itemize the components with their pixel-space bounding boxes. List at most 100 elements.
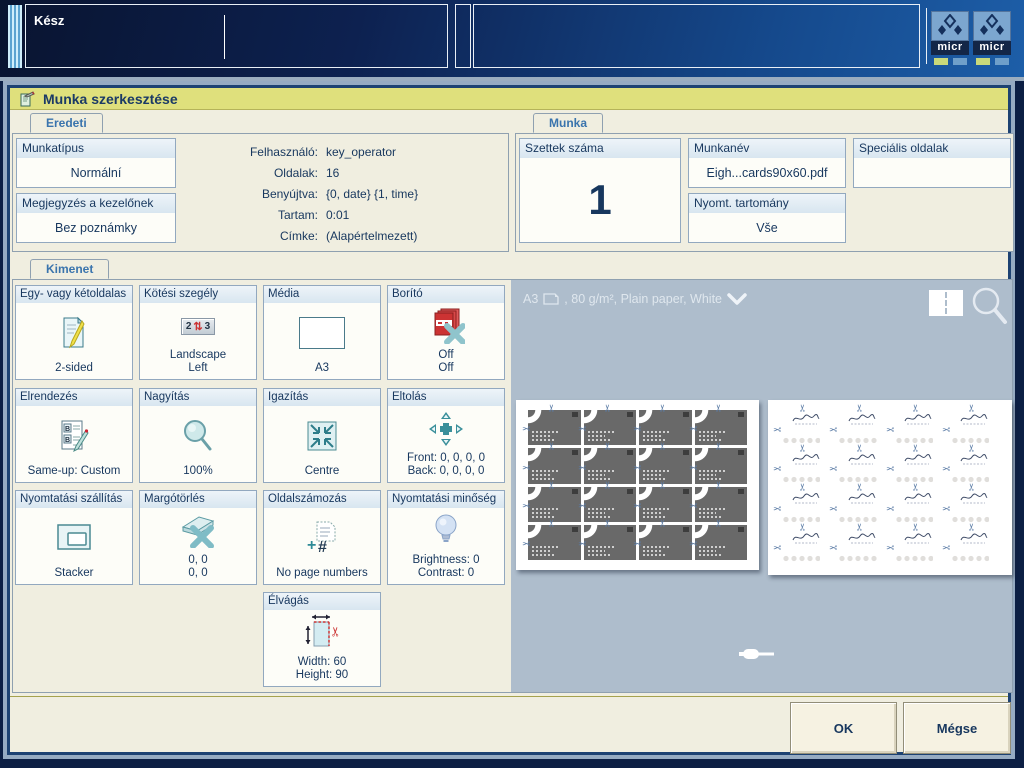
cover-button[interactable]: Borító Off Off xyxy=(387,285,505,380)
tab-eredeti: Eredeti xyxy=(30,113,103,133)
original-panel-body: Munkatípus Normální Megjegyzés a kezelőn… xyxy=(12,133,509,252)
signature-squiggle xyxy=(792,532,820,543)
zoom-ratio-button[interactable]: Nagyítás 100% xyxy=(139,388,257,483)
preview-page-back[interactable]: ✂ ✂ ✂ ✂ ✂ ✂ ✂ ✂ ✂ ✂ ✂ ✂ ✂ ✂ ✂ ✂ ✂ ✂ ✂ ✂ … xyxy=(768,400,1012,575)
micr-diamonds-icon xyxy=(973,11,1011,41)
business-card-front: ✂ ✂ xyxy=(522,442,581,484)
job-name-label: Munkanév xyxy=(689,139,845,158)
crop-scissors-icon: ✂ xyxy=(829,541,838,553)
print-quality-button[interactable]: Nyomtatási minőség Brightness: 0 Contrast… xyxy=(387,490,505,585)
svg-text:B: B xyxy=(65,426,70,433)
margin-erase-button[interactable]: Margótörlés 0, 0 0, 0 xyxy=(139,490,257,585)
crop-scissors-icon: ✂ xyxy=(854,403,866,413)
crop-scissors-icon: ✂ xyxy=(829,422,838,434)
media-icon xyxy=(264,303,380,362)
preview-page-back-grid: ✂ ✂ ✂ ✂ ✂ ✂ ✂ ✂ ✂ ✂ ✂ ✂ ✂ ✂ ✂ ✂ ✂ ✂ ✂ ✂ … xyxy=(773,404,1001,565)
spread-view-icon[interactable] xyxy=(929,290,963,316)
margin-erase-icon xyxy=(140,508,256,554)
crop-scissors-icon: ✂ xyxy=(633,422,642,434)
crop-scissors-icon: ✂ xyxy=(798,522,810,531)
crop-scissors-icon: ✂ xyxy=(688,537,697,549)
signature-squiggle xyxy=(848,453,876,464)
page-numbering-button[interactable]: Oldalszámozás + # No page numbers xyxy=(263,490,381,585)
binding-edge-button[interactable]: Kötési szegély 2 ⇅ 3 Landscape Left xyxy=(139,285,257,380)
card-text-lines xyxy=(698,544,732,556)
page-numbers-icon: + # xyxy=(264,508,380,567)
business-card-back: ✂ ✂ xyxy=(942,443,1001,486)
business-card-back: ✂ ✂ xyxy=(829,522,889,565)
crop-scissors-icon: ✂ xyxy=(967,482,979,492)
crop-scissors-icon: ✂ xyxy=(941,541,951,553)
job-name-button[interactable]: Munkanév Eigh...cards90x60.pdf xyxy=(688,138,846,188)
window-top-edge xyxy=(0,77,1024,81)
business-card-front: ✂ ✂ xyxy=(633,442,692,484)
preview-magnifier-icon[interactable] xyxy=(969,285,1009,332)
operator-note-button[interactable]: Megjegyzés a kezelőnek Bez poznámky xyxy=(16,193,176,243)
crop-scissors-icon: ✂ xyxy=(854,443,866,452)
card-logo-mark xyxy=(682,450,689,456)
crop-scissors-icon: ✂ xyxy=(577,537,586,549)
print-range-button[interactable]: Nyomt. tartomány Vše xyxy=(688,193,846,243)
signature-squiggle xyxy=(904,413,932,425)
crop-scissors-icon: ✂ xyxy=(577,498,586,510)
micr-logo[interactable]: micr xyxy=(973,11,1011,65)
shift-button[interactable]: Eltolás Front: 0, 0, 0, 0 Back: 0, 0, 0, … xyxy=(387,388,505,483)
crop-scissors-icon: ✂ xyxy=(522,498,531,510)
card-text-lines xyxy=(698,468,732,480)
original-panel: Eredeti Munkatípus Normální Megjegyzés a… xyxy=(12,113,509,252)
top-status-bar: Kész micr micr xyxy=(0,0,1024,77)
sides-button[interactable]: Egy- vagy kétoldalas 2-sided xyxy=(15,285,133,380)
preview-page-front[interactable]: ✂ ✂ ✂ ✂ ✂ ✂ ✂ ✂ ✂ ✂ ✂ ✂ ✂ ✂ ✂ ✂ ✂ ✂ ✂ ✂ … xyxy=(516,400,759,570)
chevron-down-icon[interactable] xyxy=(727,293,747,305)
job-type-value: Normální xyxy=(70,165,122,180)
crop-scissors-icon: ✂ xyxy=(798,403,810,413)
business-card-front: ✂ ✂ xyxy=(633,404,692,446)
business-card-front: ✂ ✂ xyxy=(578,442,636,484)
info-row: Tartam: 0:01 xyxy=(277,208,350,222)
signature-squiggle xyxy=(960,532,988,543)
tab-munka: Munka xyxy=(533,113,604,133)
micr-logo[interactable]: micr xyxy=(931,11,969,65)
card-dots-row xyxy=(782,436,821,444)
micr-status-bars xyxy=(973,58,1011,65)
crop-scissors-icon: ✂ xyxy=(633,498,642,510)
crop-scissors-icon: ✂ xyxy=(910,482,922,492)
business-card-back: ✂ ✂ xyxy=(773,443,833,486)
svg-text:✂: ✂ xyxy=(328,626,342,637)
business-card-front: ✂ ✂ xyxy=(578,480,636,522)
business-card-front: ✂ ✂ xyxy=(633,519,692,560)
business-card-back: ✂ ✂ xyxy=(773,483,833,526)
crop-scissors-icon: ✂ xyxy=(688,498,697,510)
crop-scissors-icon: ✂ xyxy=(773,422,782,434)
crop-scissors-icon: ✂ xyxy=(658,480,670,489)
preview-media-selector[interactable]: A3 , 80 g/m², Plain paper, White xyxy=(523,292,747,306)
business-card-back: ✂ ✂ xyxy=(773,522,833,565)
layout-icon: B B xyxy=(16,406,132,465)
crop-scissors-icon: ✂ xyxy=(798,443,810,452)
crop-scissors-icon: ✂ xyxy=(885,462,894,474)
job-type-button[interactable]: Munkatípus Normální xyxy=(16,138,176,188)
crop-scissors-icon: ✂ xyxy=(967,443,979,452)
layout-button[interactable]: Elrendezés B B Same-up: Custom xyxy=(15,388,133,483)
cancel-button[interactable]: Mégse xyxy=(903,702,1011,754)
barcode-stripes-decoration xyxy=(8,5,22,68)
job-panel: Munka Szettek száma 1 Munkanév Eigh...ca… xyxy=(515,113,1014,252)
crop-scissors-icon: ✂ xyxy=(941,462,951,474)
business-card-front: ✂ ✂ xyxy=(689,404,747,446)
alignment-button[interactable]: Igazítás Centre xyxy=(263,388,381,483)
card-text-lines xyxy=(643,544,676,556)
card-logo-mark xyxy=(738,526,744,532)
crop-scissors-icon: ✂ xyxy=(773,501,782,513)
crop-scissors-icon: ✂ xyxy=(773,462,782,474)
set-count-button[interactable]: Szettek száma 1 xyxy=(519,138,681,243)
business-card-back: ✂ ✂ xyxy=(886,404,945,447)
card-logo-mark xyxy=(738,412,744,417)
card-logo-mark xyxy=(571,450,578,456)
output-delivery-button[interactable]: Nyomtatási szállítás Stacker xyxy=(15,490,133,585)
ok-button[interactable]: OK xyxy=(790,702,897,754)
signature-squiggle xyxy=(960,492,988,504)
media-button[interactable]: Média A3 xyxy=(263,285,381,380)
special-pages-button[interactable]: Speciális oldalak xyxy=(853,138,1011,188)
signature-squiggle xyxy=(904,492,932,504)
edge-trim-button[interactable]: Élvágás ✂ Width: 60 Height: 90 xyxy=(263,592,381,687)
